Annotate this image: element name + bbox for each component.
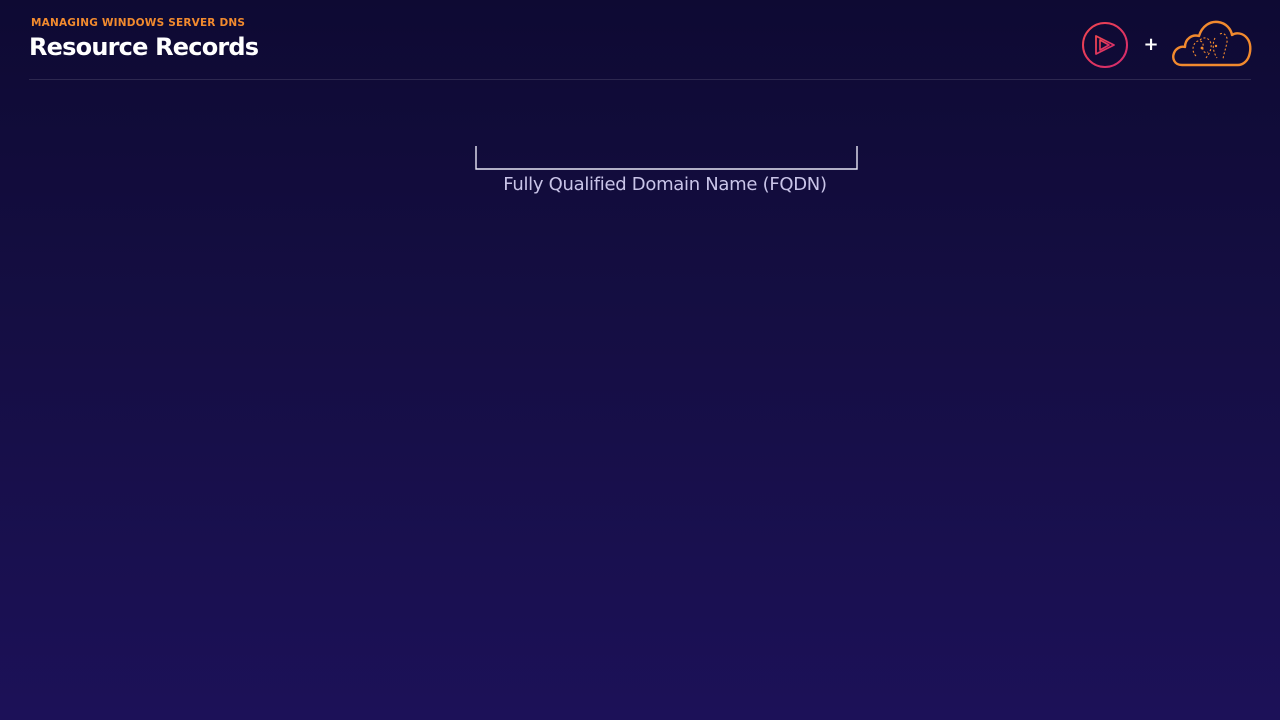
fqdn-bracket xyxy=(475,146,858,170)
fqdn-label: Fully Qualified Domain Name (FQDN) xyxy=(503,174,827,195)
course-kicker: MANAGING WINDOWS SERVER DNS xyxy=(31,17,246,29)
plus-sign: + xyxy=(1143,34,1159,55)
play-circle-icon xyxy=(1082,22,1128,68)
slide-title: Resource Records xyxy=(29,33,259,61)
header-divider xyxy=(29,79,1251,80)
cloud-logo-icon xyxy=(1172,20,1252,67)
slide-header: MANAGING WINDOWS SERVER DNS Resource Rec… xyxy=(0,0,1280,80)
